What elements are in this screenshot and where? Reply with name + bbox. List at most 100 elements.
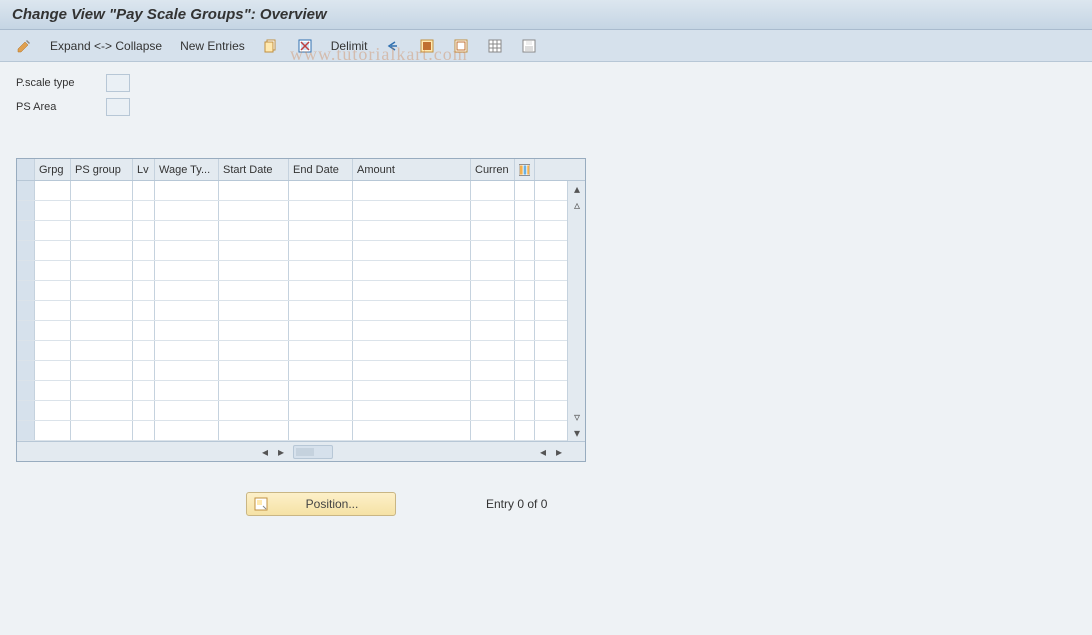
table-cell[interactable] xyxy=(155,221,219,240)
scroll-left-icon[interactable]: ◂ xyxy=(257,444,273,460)
table-cell[interactable] xyxy=(219,241,289,260)
scroll-down-page-icon[interactable]: ▿ xyxy=(569,409,585,425)
table-row[interactable] xyxy=(17,301,567,321)
table-row[interactable] xyxy=(17,321,567,341)
table-cell[interactable] xyxy=(133,301,155,320)
table-settings-button-header[interactable] xyxy=(515,159,535,180)
table-row[interactable] xyxy=(17,181,567,201)
table-cell[interactable] xyxy=(289,281,353,300)
table-cell[interactable] xyxy=(71,181,133,200)
table-cell[interactable] xyxy=(35,221,71,240)
table-cell[interactable] xyxy=(471,281,515,300)
table-cell[interactable] xyxy=(471,181,515,200)
table-cell[interactable] xyxy=(289,181,353,200)
table-cell[interactable] xyxy=(155,341,219,360)
table-cell[interactable] xyxy=(133,221,155,240)
table-cell[interactable] xyxy=(71,401,133,420)
table-cell[interactable] xyxy=(35,341,71,360)
scroll-right-icon[interactable]: ▸ xyxy=(273,444,289,460)
table-cell[interactable] xyxy=(471,381,515,400)
table-cell[interactable] xyxy=(515,421,535,440)
delimit-button[interactable]: Delimit xyxy=(325,35,374,57)
hscroll-thumb-track[interactable] xyxy=(293,445,333,459)
table-cell[interactable] xyxy=(353,181,471,200)
table-cell[interactable] xyxy=(155,281,219,300)
scroll-down-icon[interactable]: ▾ xyxy=(569,425,585,441)
table-cell[interactable] xyxy=(471,321,515,340)
table-cell[interactable] xyxy=(353,221,471,240)
table-cell[interactable] xyxy=(71,341,133,360)
table-cell[interactable] xyxy=(17,321,35,340)
table-cell[interactable] xyxy=(133,401,155,420)
table-cell[interactable] xyxy=(289,421,353,440)
table-cell[interactable] xyxy=(35,401,71,420)
table-cell[interactable] xyxy=(515,401,535,420)
table-cell[interactable] xyxy=(471,241,515,260)
table-cell[interactable] xyxy=(133,281,155,300)
table-cell[interactable] xyxy=(353,321,471,340)
table-cell[interactable] xyxy=(17,421,35,440)
table-cell[interactable] xyxy=(17,241,35,260)
table-row[interactable] xyxy=(17,421,567,441)
delete-button[interactable] xyxy=(291,35,319,57)
pscale-type-input[interactable] xyxy=(106,74,130,92)
table-col-selector[interactable] xyxy=(17,159,35,180)
table-cell[interactable] xyxy=(133,261,155,280)
table-row[interactable] xyxy=(17,361,567,381)
table-cell[interactable] xyxy=(219,401,289,420)
table-cell[interactable] xyxy=(35,421,71,440)
table-cell[interactable] xyxy=(289,261,353,280)
table-cell[interactable] xyxy=(35,261,71,280)
table-cell[interactable] xyxy=(219,361,289,380)
table-cell[interactable] xyxy=(35,281,71,300)
table-cell[interactable] xyxy=(35,321,71,340)
table-cell[interactable] xyxy=(219,181,289,200)
table-cell[interactable] xyxy=(471,341,515,360)
expand-collapse-button[interactable]: Expand <-> Collapse xyxy=(44,35,168,57)
table-row[interactable] xyxy=(17,341,567,361)
table-settings-button[interactable] xyxy=(481,35,509,57)
table-col-enddate[interactable]: End Date xyxy=(289,159,353,180)
scroll-left-end-icon[interactable]: ◂ xyxy=(535,444,551,460)
scroll-right-end-icon[interactable]: ▸ xyxy=(551,444,567,460)
table-cell[interactable] xyxy=(71,201,133,220)
table-cell[interactable] xyxy=(471,421,515,440)
table-cell[interactable] xyxy=(133,201,155,220)
table-cell[interactable] xyxy=(71,241,133,260)
table-row[interactable] xyxy=(17,241,567,261)
table-cell[interactable] xyxy=(133,321,155,340)
scroll-up-page-icon[interactable]: ▵ xyxy=(569,197,585,213)
table-cell[interactable] xyxy=(155,361,219,380)
table-cell[interactable] xyxy=(471,401,515,420)
table-cell[interactable] xyxy=(17,281,35,300)
table-cell[interactable] xyxy=(353,341,471,360)
table-cell[interactable] xyxy=(353,281,471,300)
table-col-currency[interactable]: Curren xyxy=(471,159,515,180)
table-col-lv[interactable]: Lv xyxy=(133,159,155,180)
table-cell[interactable] xyxy=(71,281,133,300)
table-cell[interactable] xyxy=(289,361,353,380)
table-cell[interactable] xyxy=(219,341,289,360)
table-col-wagetype[interactable]: Wage Ty... xyxy=(155,159,219,180)
table-cell[interactable] xyxy=(17,181,35,200)
table-cell[interactable] xyxy=(289,221,353,240)
table-cell[interactable] xyxy=(515,281,535,300)
table-cell[interactable] xyxy=(155,321,219,340)
table-cell[interactable] xyxy=(133,361,155,380)
hscroll-thumb[interactable] xyxy=(296,448,314,456)
table-cell[interactable] xyxy=(219,261,289,280)
table-cell[interactable] xyxy=(219,301,289,320)
table-col-grpg[interactable]: Grpg xyxy=(35,159,71,180)
table-cell[interactable] xyxy=(155,201,219,220)
ps-area-input[interactable] xyxy=(106,98,130,116)
table-cell[interactable] xyxy=(17,201,35,220)
table-cell[interactable] xyxy=(71,301,133,320)
table-cell[interactable] xyxy=(35,181,71,200)
table-cell[interactable] xyxy=(133,341,155,360)
table-row[interactable] xyxy=(17,281,567,301)
undo-button[interactable] xyxy=(379,35,407,57)
table-cell[interactable] xyxy=(471,261,515,280)
table-cell[interactable] xyxy=(353,421,471,440)
print-button[interactable] xyxy=(515,35,543,57)
table-cell[interactable] xyxy=(515,381,535,400)
